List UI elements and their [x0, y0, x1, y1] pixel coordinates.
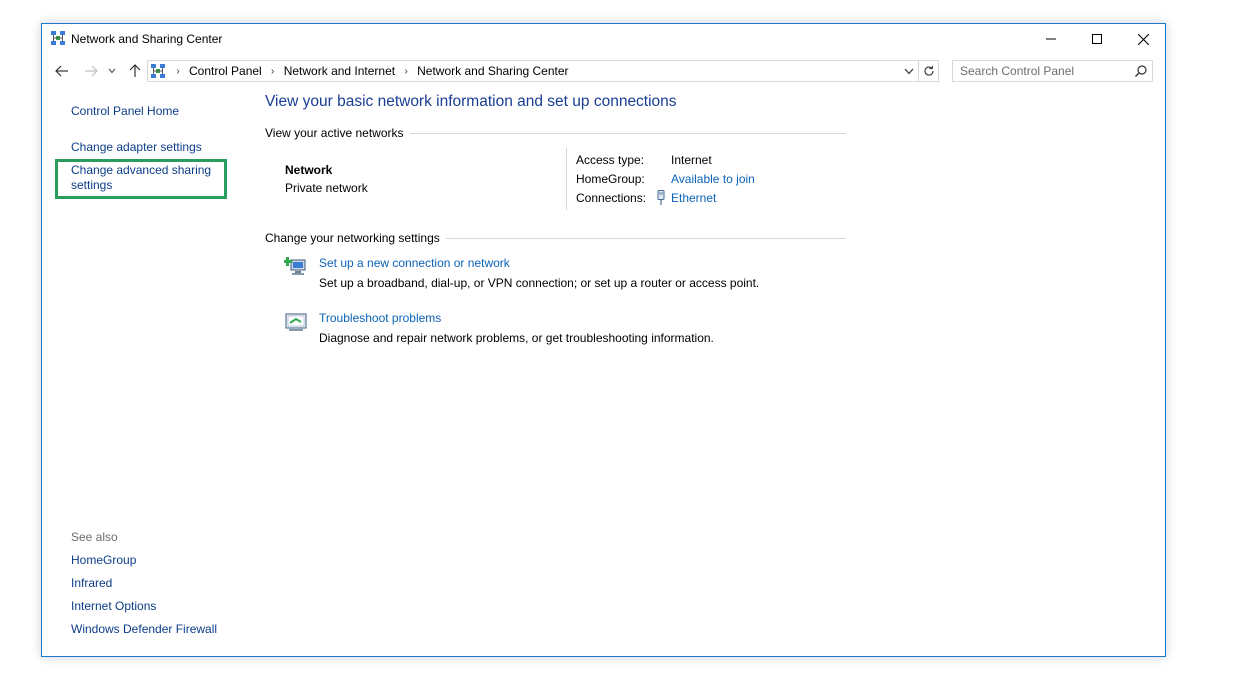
see-also-homegroup-link[interactable]: HomeGroup	[71, 553, 136, 568]
network-center-icon	[151, 64, 165, 78]
left-pane: Control Panel Home Change adapter settin…	[42, 84, 242, 654]
breadcrumb: › Control Panel › Network and Internet ›…	[170, 64, 572, 78]
breadcrumb-separator-icon[interactable]: ›	[265, 66, 281, 77]
ethernet-icon	[657, 190, 665, 205]
search-icon[interactable]	[1134, 64, 1148, 78]
setup-new-connection-link[interactable]: Set up a new connection or network	[319, 256, 510, 270]
access-type-value: Internet	[671, 153, 712, 167]
connections-label: Connections:	[576, 191, 647, 205]
homegroup-available-link[interactable]: Available to join	[671, 172, 755, 186]
change-settings-heading: Change your networking settings	[265, 231, 846, 245]
chevron-down-icon	[904, 68, 914, 74]
troubleshoot-problems-link[interactable]: Troubleshoot problems	[319, 311, 441, 325]
chevron-down-icon	[108, 68, 116, 74]
ethernet-connection-link[interactable]: Ethernet	[671, 191, 716, 205]
arrow-left-icon	[55, 65, 68, 77]
main-content: View your basic network information and …	[265, 84, 865, 654]
setup-new-connection-description: Set up a broadband, dial-up, or VPN conn…	[319, 276, 760, 290]
up-button[interactable]	[125, 61, 145, 81]
network-type: Private network	[285, 181, 368, 195]
breadcrumb-control-panel[interactable]: Control Panel	[186, 64, 265, 78]
troubleshoot-icon	[285, 313, 307, 331]
troubleshoot-problems-description: Diagnose and repair network problems, or…	[319, 331, 714, 345]
see-also-infrared-link[interactable]: Infrared	[71, 576, 112, 591]
breadcrumb-network-and-sharing-center[interactable]: Network and Sharing Center	[414, 64, 571, 78]
maximize-button[interactable]	[1074, 24, 1120, 54]
search-input[interactable]	[953, 61, 1128, 81]
section-divider	[409, 132, 846, 134]
active-networks-heading: View your active networks	[265, 126, 846, 140]
breadcrumb-network-and-internet[interactable]: Network and Internet	[281, 64, 398, 78]
navigation-bar: › Control Panel › Network and Internet ›…	[42, 58, 1165, 84]
change-advanced-sharing-settings-link[interactable]: Change advanced sharing settings	[71, 163, 221, 193]
address-bar[interactable]: › Control Panel › Network and Internet ›…	[147, 60, 939, 82]
window: Network and Sharing Center › Control Pan…	[41, 23, 1166, 657]
breadcrumb-separator-icon[interactable]: ›	[170, 66, 186, 77]
arrow-right-icon	[85, 65, 98, 77]
section-divider	[445, 237, 846, 239]
forward-button[interactable]	[81, 61, 101, 81]
control-panel-home-link[interactable]: Control Panel Home	[71, 104, 179, 119]
change-adapter-settings-link[interactable]: Change adapter settings	[71, 140, 202, 155]
title-bar: Network and Sharing Center	[42, 24, 1165, 54]
arrow-up-icon	[129, 64, 141, 77]
minimize-button[interactable]	[1028, 24, 1074, 54]
see-also-heading: See also	[71, 530, 118, 544]
refresh-button[interactable]	[918, 61, 938, 81]
see-also-firewall-link[interactable]: Windows Defender Firewall	[71, 622, 217, 637]
homegroup-label: HomeGroup:	[576, 172, 645, 186]
close-icon	[1137, 33, 1149, 45]
network-center-icon	[51, 31, 65, 45]
breadcrumb-separator-icon[interactable]: ›	[398, 66, 414, 77]
network-name: Network	[285, 163, 333, 177]
maximize-icon	[1092, 34, 1102, 44]
change-settings-heading-text: Change your networking settings	[265, 231, 440, 245]
see-also-internet-options-link[interactable]: Internet Options	[71, 599, 156, 614]
minimize-icon	[1046, 38, 1056, 40]
window-title: Network and Sharing Center	[71, 32, 223, 46]
search-box[interactable]	[952, 60, 1153, 82]
recent-locations-button[interactable]	[105, 61, 119, 81]
access-type-label: Access type:	[576, 153, 645, 167]
address-dropdown-button[interactable]	[900, 61, 918, 81]
active-networks-heading-text: View your active networks	[265, 126, 404, 140]
page-title: View your basic network information and …	[265, 93, 677, 110]
setup-connection-icon	[284, 257, 306, 275]
close-button[interactable]	[1120, 24, 1166, 54]
back-button[interactable]	[52, 61, 72, 81]
refresh-icon	[923, 65, 934, 76]
vertical-divider	[566, 148, 567, 210]
